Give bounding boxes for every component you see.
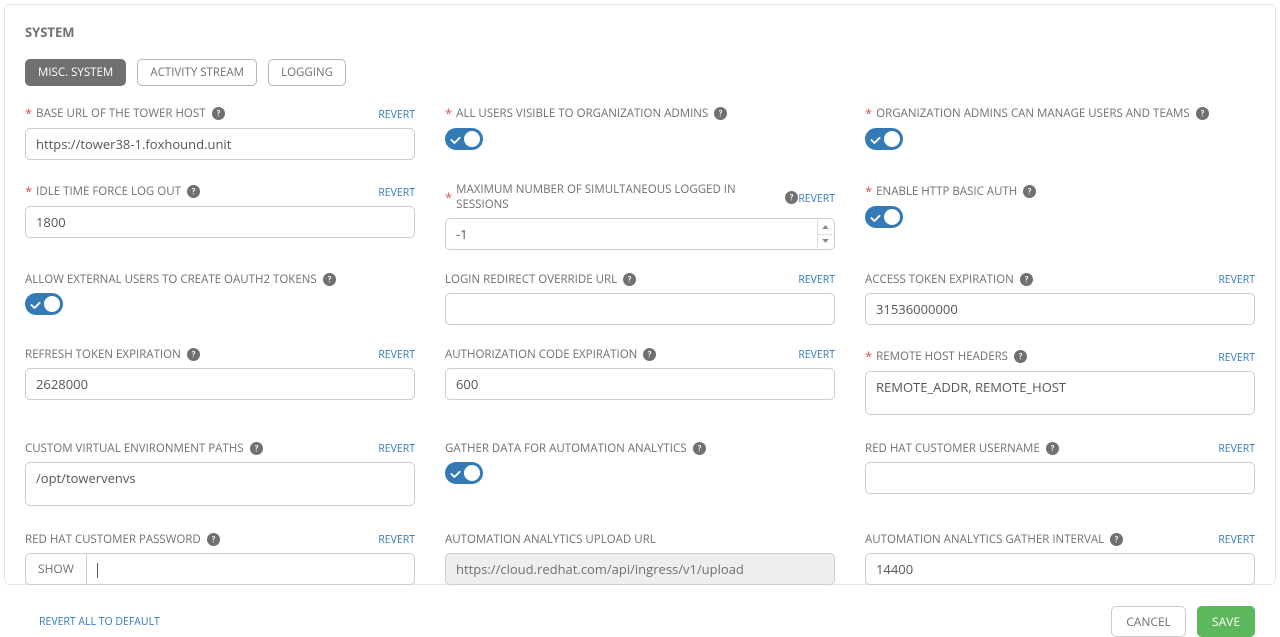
help-icon[interactable]: [250, 442, 263, 455]
field-custom-venv: CUSTOM VIRTUAL ENVIRONMENT PATHS REVERT …: [25, 441, 415, 510]
revert-link[interactable]: REVERT: [798, 348, 835, 362]
revert-all-link[interactable]: REVERT ALL TO DEFAULT: [39, 615, 160, 629]
max-sessions-input[interactable]: [445, 218, 835, 250]
help-icon[interactable]: [785, 191, 798, 204]
rh-username-input[interactable]: [865, 462, 1255, 494]
revert-link[interactable]: REVERT: [1218, 351, 1255, 365]
help-icon[interactable]: [693, 442, 706, 455]
cancel-button[interactable]: CANCEL: [1111, 606, 1186, 637]
help-icon[interactable]: [1110, 533, 1123, 546]
field-login-redirect: LOGIN REDIRECT OVERRIDE URL REVERT: [445, 272, 835, 325]
revert-link[interactable]: REVERT: [798, 192, 835, 206]
help-icon[interactable]: [1046, 442, 1059, 455]
system-settings-panel: SYSTEM MISC. SYSTEM ACTIVITY STREAM LOGG…: [4, 4, 1276, 585]
login-redirect-input[interactable]: [445, 293, 835, 325]
revert-link[interactable]: REVERT: [1218, 442, 1255, 456]
check-icon: [870, 134, 881, 145]
refresh-token-exp-input[interactable]: [25, 368, 415, 400]
gather-analytics-toggle[interactable]: [445, 462, 483, 484]
help-icon[interactable]: [323, 273, 336, 286]
help-icon[interactable]: [1014, 350, 1027, 363]
rh-password-input[interactable]: [86, 553, 415, 585]
analytics-upload-url-input: [445, 553, 835, 585]
check-icon: [870, 212, 881, 223]
field-gather-analytics: GATHER DATA FOR AUTOMATION ANALYTICS: [445, 441, 835, 510]
custom-venv-input[interactable]: /opt/towervenvs: [25, 462, 415, 506]
field-max-sessions: *MAXIMUM NUMBER OF SIMULTANEOUS LOGGED I…: [445, 182, 835, 250]
all-users-visible-toggle[interactable]: [445, 128, 483, 150]
field-org-admins-manage: *ORGANIZATION ADMINS CAN MANAGE USERS AN…: [865, 104, 1255, 160]
help-icon[interactable]: [1023, 185, 1036, 198]
help-icon[interactable]: [212, 107, 225, 120]
tab-activity-stream[interactable]: ACTIVITY STREAM: [137, 59, 257, 86]
revert-link[interactable]: REVERT: [1218, 533, 1255, 547]
check-icon: [450, 468, 461, 479]
help-icon[interactable]: [1020, 273, 1033, 286]
spinner-down[interactable]: [818, 235, 833, 249]
check-icon: [450, 134, 461, 145]
field-analytics-gather-interval: AUTOMATION ANALYTICS GATHER INTERVAL REV…: [865, 532, 1255, 585]
field-base-url: *BASE URL OF THE TOWER HOST REVERT: [25, 104, 415, 160]
help-icon[interactable]: [187, 185, 200, 198]
help-icon[interactable]: [643, 348, 656, 361]
allow-external-oauth-toggle[interactable]: [25, 293, 63, 315]
save-button[interactable]: SAVE: [1197, 606, 1255, 637]
auth-code-exp-input[interactable]: [445, 368, 835, 400]
remote-host-headers-input[interactable]: REMOTE_ADDR, REMOTE_HOST: [865, 371, 1255, 415]
help-icon[interactable]: [187, 348, 200, 361]
help-icon[interactable]: [207, 533, 220, 546]
field-all-users-visible: *ALL USERS VISIBLE TO ORGANIZATION ADMIN…: [445, 104, 835, 160]
check-icon: [30, 299, 41, 310]
field-idle-time: *IDLE TIME FORCE LOG OUT REVERT: [25, 182, 415, 250]
footer: REVERT ALL TO DEFAULT CANCEL SAVE: [25, 613, 1255, 630]
basic-auth-toggle[interactable]: [865, 206, 903, 228]
spinner-control: [817, 220, 833, 248]
spinner-up[interactable]: [818, 220, 833, 235]
idle-time-input[interactable]: [25, 206, 415, 238]
field-refresh-token-exp: REFRESH TOKEN EXPIRATION REVERT: [25, 347, 415, 419]
help-icon[interactable]: [623, 273, 636, 286]
revert-link[interactable]: REVERT: [378, 108, 415, 122]
field-analytics-upload-url: AUTOMATION ANALYTICS UPLOAD URL: [445, 532, 835, 585]
revert-link[interactable]: REVERT: [378, 442, 415, 456]
field-access-token-exp: ACCESS TOKEN EXPIRATION REVERT: [865, 272, 1255, 325]
revert-link[interactable]: REVERT: [378, 186, 415, 200]
revert-link[interactable]: REVERT: [378, 533, 415, 547]
access-token-exp-input[interactable]: [865, 293, 1255, 325]
show-password-button[interactable]: SHOW: [25, 553, 86, 585]
revert-link[interactable]: REVERT: [1218, 273, 1255, 287]
tab-logging[interactable]: LOGGING: [268, 59, 346, 86]
panel-title: SYSTEM: [25, 23, 1255, 41]
help-icon[interactable]: [1196, 107, 1209, 120]
analytics-gather-interval-input[interactable]: [865, 553, 1255, 585]
tab-misc-system[interactable]: MISC. SYSTEM: [25, 59, 126, 86]
revert-link[interactable]: REVERT: [798, 273, 835, 287]
field-basic-auth: *ENABLE HTTP BASIC AUTH: [865, 182, 1255, 250]
field-rh-username: RED HAT CUSTOMER USERNAME REVERT: [865, 441, 1255, 510]
field-auth-code-exp: AUTHORIZATION CODE EXPIRATION REVERT: [445, 347, 835, 419]
field-allow-external-oauth: ALLOW EXTERNAL USERS TO CREATE OAUTH2 TO…: [25, 272, 415, 325]
tabs: MISC. SYSTEM ACTIVITY STREAM LOGGING: [25, 59, 1255, 86]
help-icon[interactable]: [714, 107, 727, 120]
revert-link[interactable]: REVERT: [378, 348, 415, 362]
org-admins-manage-toggle[interactable]: [865, 128, 903, 150]
base-url-input[interactable]: [25, 128, 415, 160]
field-rh-password: RED HAT CUSTOMER PASSWORD REVERT SHOW: [25, 532, 415, 585]
field-remote-host-headers: *REMOTE HOST HEADERS REVERT REMOTE_ADDR,…: [865, 347, 1255, 419]
